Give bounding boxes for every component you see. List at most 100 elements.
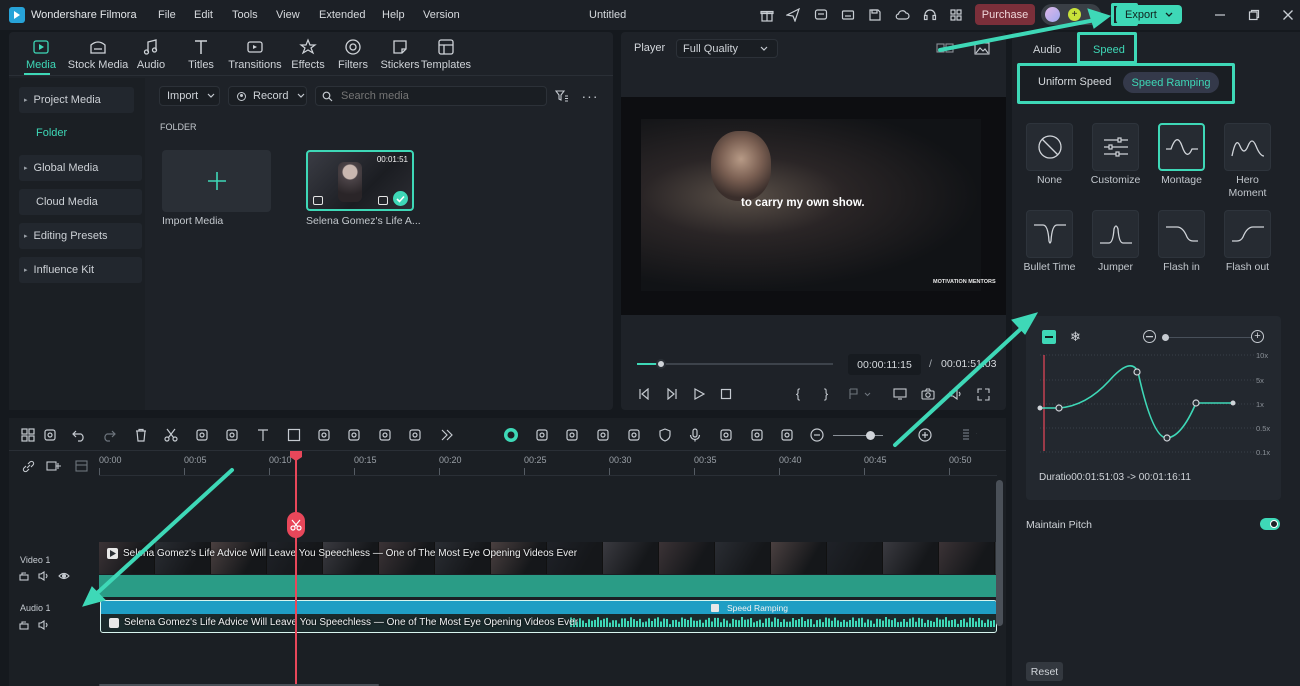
media-search-box[interactable] xyxy=(315,86,547,106)
timeline-zoom-slider[interactable] xyxy=(833,435,883,436)
cloud-icon[interactable] xyxy=(893,6,911,24)
ai-tools-icon[interactable] xyxy=(407,427,423,443)
volume-icon[interactable] xyxy=(948,387,964,401)
mark-in-icon[interactable]: { xyxy=(791,386,805,401)
play-icon[interactable] xyxy=(692,387,706,401)
save-icon[interactable] xyxy=(866,6,884,24)
audio-stretch-icon[interactable] xyxy=(224,427,240,443)
video-preview[interactable]: to carry my own show. MOTIVATION MENTORS xyxy=(621,97,1006,315)
screenshot-icon[interactable] xyxy=(595,427,611,443)
apps-grid-icon[interactable] xyxy=(947,6,965,24)
marker-dropdown-icon[interactable] xyxy=(847,387,873,401)
menu-extended[interactable]: Extended xyxy=(319,9,365,21)
speed-icon[interactable] xyxy=(346,427,362,443)
shape-icon[interactable] xyxy=(286,427,302,443)
next-frame-icon[interactable] xyxy=(665,387,679,401)
fullscreen-icon[interactable] xyxy=(975,387,991,401)
preset-bullet-time[interactable] xyxy=(1026,210,1073,258)
preset-flash-out[interactable] xyxy=(1224,210,1271,258)
stop-icon[interactable] xyxy=(719,387,733,401)
mosaic-icon[interactable] xyxy=(626,427,642,443)
sidebar-item-global-media[interactable]: ▸ Global Media xyxy=(19,155,142,181)
replace-icon[interactable] xyxy=(749,427,765,443)
preset-none[interactable] xyxy=(1026,123,1073,171)
reset-button[interactable]: Reset xyxy=(1026,662,1063,681)
filter-sort-icon[interactable] xyxy=(553,88,571,104)
menu-edit[interactable]: Edit xyxy=(194,9,213,21)
timeline-ruler[interactable] xyxy=(99,452,997,476)
undo-icon[interactable] xyxy=(71,427,87,443)
link-icon[interactable] xyxy=(22,460,35,476)
video-clip[interactable]: Selena Gomez's Life Advice Will Leave Yo… xyxy=(99,542,997,574)
display-icon[interactable] xyxy=(892,387,908,401)
menu-view[interactable]: View xyxy=(276,9,300,21)
curve-keyframe[interactable] xyxy=(1163,434,1171,442)
uniform-speed-option[interactable]: Uniform Speed xyxy=(1038,76,1111,88)
feedback-icon[interactable] xyxy=(812,6,830,24)
preset-montage[interactable] xyxy=(1158,123,1205,171)
layout-icon[interactable] xyxy=(20,427,36,443)
media-thumbnail-selena[interactable]: 00:01:51 xyxy=(306,150,414,211)
mask-icon[interactable] xyxy=(316,427,332,443)
voiceover-icon[interactable] xyxy=(718,427,734,443)
preset-flash-in[interactable] xyxy=(1158,210,1205,258)
delete-icon[interactable] xyxy=(133,427,149,443)
close-icon[interactable] xyxy=(1279,6,1297,24)
image-view-icon[interactable] xyxy=(972,41,992,55)
compare-view-icon[interactable] xyxy=(935,41,955,55)
export-button[interactable]: Export xyxy=(1116,5,1182,24)
curve-keyframe[interactable] xyxy=(1192,399,1200,407)
menu-version[interactable]: Version xyxy=(423,9,460,21)
sidebar-item-folder[interactable]: Folder xyxy=(36,127,67,139)
timeline-vertical-scrollbar[interactable] xyxy=(996,480,1003,626)
select-tool-icon[interactable] xyxy=(42,427,58,443)
mark-out-icon[interactable]: } xyxy=(819,386,833,401)
minimize-icon[interactable] xyxy=(1211,6,1229,24)
timeline-zoom-handle[interactable] xyxy=(866,431,875,440)
support-icon[interactable] xyxy=(921,6,939,24)
prev-frame-icon[interactable] xyxy=(637,387,651,401)
maintain-pitch-toggle[interactable] xyxy=(1260,518,1280,530)
snapshot-icon[interactable] xyxy=(920,387,936,401)
subtitle-icon[interactable] xyxy=(839,6,857,24)
current-time[interactable]: 00:00:11:15 xyxy=(848,354,921,375)
record-dropdown[interactable]: Record xyxy=(228,86,307,106)
preset-customize[interactable] xyxy=(1092,123,1139,171)
track-mute-icon[interactable] xyxy=(38,570,50,584)
curve-keyframe[interactable] xyxy=(1133,368,1141,376)
send-icon[interactable] xyxy=(784,6,802,24)
track-visibility-icon[interactable] xyxy=(58,571,70,584)
more-tools-icon[interactable] xyxy=(439,427,455,443)
preset-jumper[interactable] xyxy=(1092,210,1139,258)
tab-speed[interactable]: Speed xyxy=(1093,44,1125,56)
beat-sync-icon[interactable] xyxy=(534,427,550,443)
quality-dropdown[interactable]: Full Quality xyxy=(676,39,778,58)
track-manager-icon[interactable] xyxy=(75,460,88,475)
menu-help[interactable]: Help xyxy=(382,9,405,21)
zoom-out-icon[interactable] xyxy=(809,427,825,443)
track-mute-icon[interactable] xyxy=(38,619,50,633)
search-input[interactable] xyxy=(341,90,531,102)
add-track-icon[interactable] xyxy=(46,460,62,475)
purchase-button[interactable]: Purchase xyxy=(975,4,1035,25)
tab-audio[interactable]: Audio xyxy=(1033,44,1061,56)
sidebar-item-editing-presets[interactable]: ▸ Editing Presets xyxy=(19,223,142,249)
crop-icon[interactable] xyxy=(194,427,210,443)
tab-audio[interactable]: Audio xyxy=(126,38,176,72)
text-tool-icon[interactable] xyxy=(255,427,271,443)
maximize-icon[interactable] xyxy=(1245,6,1263,24)
import-dropdown[interactable]: Import xyxy=(159,86,220,106)
zoom-in-icon[interactable] xyxy=(917,427,933,443)
microphone-icon[interactable] xyxy=(687,427,703,443)
more-options-icon[interactable]: ··· xyxy=(581,88,599,104)
sidebar-item-influence-kit[interactable]: ▸ Influence Kit xyxy=(19,257,142,283)
menu-tools[interactable]: Tools xyxy=(232,9,258,21)
speed-ramping-option[interactable]: Speed Ramping xyxy=(1123,72,1219,93)
split-scissors-icon[interactable] xyxy=(287,512,305,538)
gift-icon[interactable] xyxy=(758,6,776,24)
auto-caption-icon[interactable] xyxy=(564,427,580,443)
sidebar-item-project-media[interactable]: ▸ Project Media xyxy=(19,87,134,113)
curve-keyframe[interactable] xyxy=(1055,404,1063,412)
grid-view-icon[interactable] xyxy=(961,427,977,443)
player-progress-track[interactable] xyxy=(637,359,833,369)
